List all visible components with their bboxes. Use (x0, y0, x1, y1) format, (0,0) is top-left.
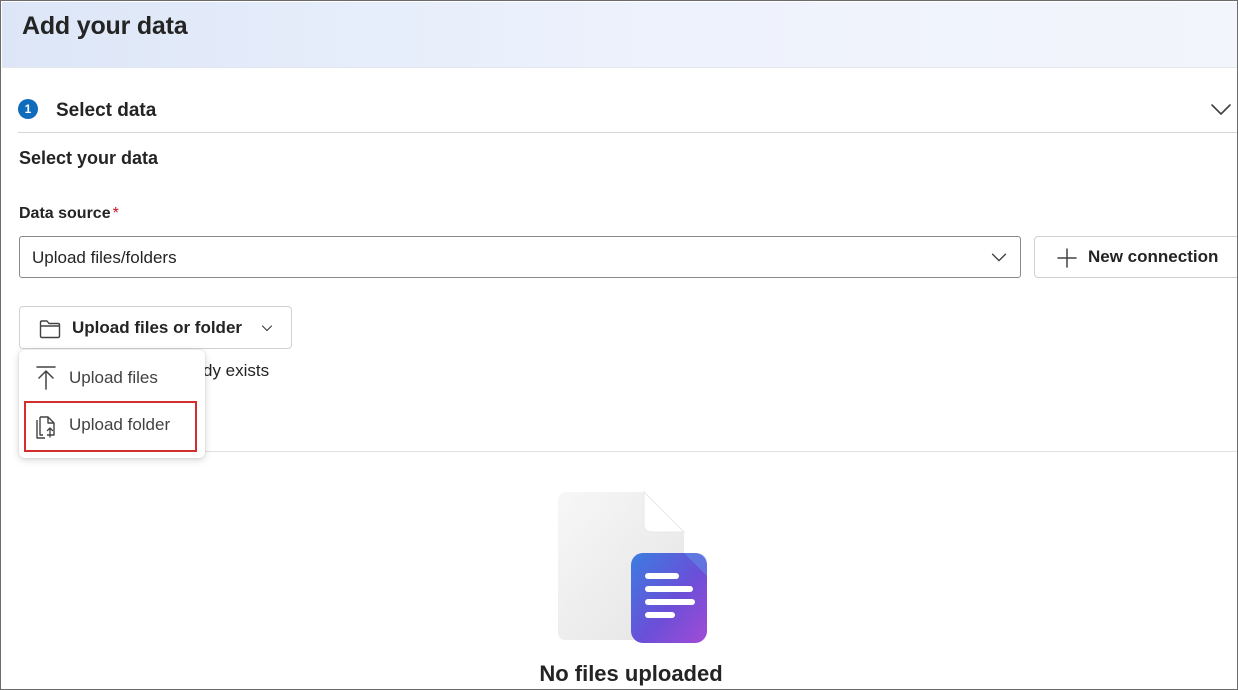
new-connection-label: New connection (1088, 247, 1219, 266)
menu-item-upload-files[interactable]: Upload files (19, 356, 205, 400)
chevron-down-icon[interactable] (1209, 97, 1233, 121)
chevron-down-icon (991, 253, 1007, 262)
chevron-down-icon (261, 325, 273, 332)
step-number-badge: 1 (18, 99, 38, 119)
add-data-panel: Add your data 1 Select data Select your … (0, 0, 1238, 690)
data-source-label-text: Data source (19, 205, 111, 222)
empty-state-message: No files uploaded (539, 661, 723, 686)
section-divider (205, 451, 1237, 452)
required-marker: * (112, 205, 119, 222)
folder-icon (39, 320, 61, 339)
menu-item-label: Upload files (69, 368, 158, 387)
plus-icon (1057, 248, 1077, 268)
step-select-data-header[interactable]: 1 Select data (18, 93, 1237, 133)
section-title: Select your data (19, 148, 159, 168)
upload-files-or-folder-button[interactable]: Upload files or folder (19, 306, 292, 349)
new-connection-button[interactable]: New connection (1034, 236, 1237, 278)
data-source-selected-value: Upload files/folders (32, 248, 177, 267)
data-source-dropdown[interactable]: Upload files/folders (19, 236, 1021, 278)
upload-button-label: Upload files or folder (72, 318, 243, 337)
page-title: Add your data (22, 12, 188, 40)
data-source-label: Data source * (19, 205, 119, 223)
document-illustration-icon (558, 490, 707, 643)
highlight-annotation (24, 401, 197, 452)
overwrite-option-text: dy exists (203, 361, 270, 380)
panel-header: Add your data (2, 2, 1237, 68)
arrow-upload-icon (36, 366, 56, 390)
step-title: Select data (56, 100, 157, 121)
